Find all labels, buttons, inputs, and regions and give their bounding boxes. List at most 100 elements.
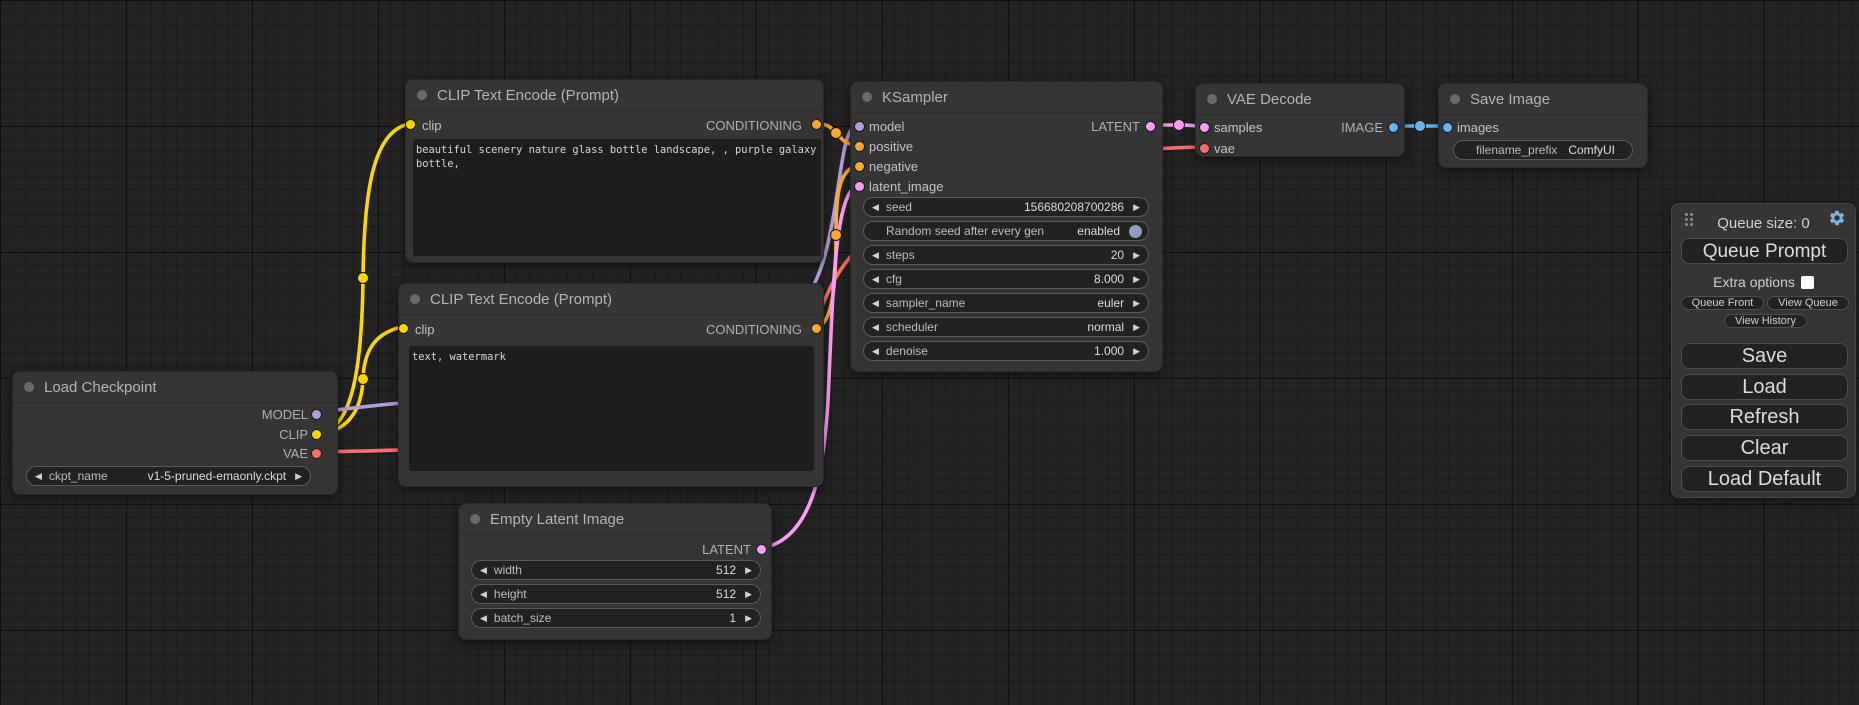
increment-arrow-icon[interactable]: ▶ bbox=[1133, 251, 1140, 260]
node-collapse-dot[interactable] bbox=[1450, 94, 1460, 104]
node-save-image[interactable]: Save Image images filename_prefix ComfyU… bbox=[1438, 83, 1648, 168]
output-label-conditioning: CONDITIONING bbox=[706, 118, 802, 133]
widget-value: euler bbox=[1097, 296, 1124, 310]
increment-arrow-icon[interactable]: ▶ bbox=[1133, 299, 1140, 308]
graph-canvas[interactable]: Load Checkpoint MODEL CLIP VAE ◀ ckpt_na… bbox=[0, 0, 1859, 705]
ckpt-name-widget[interactable]: ◀ ckpt_name v1-5-pruned-emaonly.ckpt ▶ bbox=[26, 466, 311, 486]
load-default-button[interactable]: Load Default bbox=[1681, 466, 1848, 492]
node-collapse-dot[interactable] bbox=[862, 92, 872, 102]
node-collapse-dot[interactable] bbox=[1207, 94, 1217, 104]
node-collapse-dot[interactable] bbox=[417, 90, 427, 100]
model-input-slot[interactable] bbox=[855, 122, 864, 131]
queue-size-label: Queue size: 0 bbox=[1717, 215, 1810, 232]
decrement-arrow-icon[interactable]: ◀ bbox=[872, 203, 879, 212]
node-clip-text-encode-positive[interactable]: CLIP Text Encode (Prompt) clip CONDITION… bbox=[405, 79, 824, 263]
widget-label: seed bbox=[886, 200, 1018, 214]
reroute-dot bbox=[1174, 120, 1185, 131]
node-ksampler[interactable]: KSampler model positive negative latent_… bbox=[850, 81, 1163, 372]
queue-panel[interactable]: Queue size: 0 Queue Prompt Extra options… bbox=[1671, 203, 1856, 498]
sampler-name-widget[interactable]: ◀ sampler_name euler ▶ bbox=[863, 293, 1149, 313]
steps-widget[interactable]: ◀ steps 20 ▶ bbox=[863, 245, 1149, 265]
widget-value: 512 bbox=[716, 563, 736, 577]
increment-arrow-icon[interactable]: ▶ bbox=[745, 566, 752, 575]
node-vae-decode[interactable]: VAE Decode samples vae IMAGE bbox=[1195, 83, 1405, 157]
widget-label: width bbox=[494, 563, 710, 577]
decrement-arrow-icon[interactable]: ◀ bbox=[872, 251, 879, 260]
decrement-arrow-icon[interactable]: ◀ bbox=[872, 275, 879, 284]
decrement-arrow-icon[interactable]: ◀ bbox=[872, 323, 879, 332]
load-button[interactable]: Load bbox=[1681, 374, 1848, 400]
widget-label: scheduler bbox=[886, 320, 1081, 334]
filename-prefix-widget[interactable]: filename_prefix ComfyUI bbox=[1453, 140, 1633, 160]
latent-output-slot[interactable] bbox=[757, 545, 766, 554]
random-seed-toggle-widget[interactable]: Random seed after every gen enabled bbox=[863, 221, 1149, 241]
queue-prompt-button[interactable]: Queue Prompt bbox=[1681, 238, 1848, 264]
conditioning-output-slot[interactable] bbox=[812, 120, 821, 129]
increment-arrow-icon[interactable]: ▶ bbox=[1133, 323, 1140, 332]
clear-button[interactable]: Clear bbox=[1681, 435, 1848, 461]
height-widget[interactable]: ◀ height 512 ▶ bbox=[471, 584, 761, 604]
negative-input-slot[interactable] bbox=[855, 162, 864, 171]
conditioning-output-slot[interactable] bbox=[812, 324, 821, 333]
reroute-dot bbox=[831, 128, 842, 139]
negative-prompt-textarea[interactable]: text, watermark bbox=[409, 346, 814, 471]
decrement-arrow-icon[interactable]: ◀ bbox=[480, 614, 487, 623]
input-label-samples: samples bbox=[1214, 120, 1262, 135]
node-collapse-dot[interactable] bbox=[470, 514, 480, 524]
node-clip-text-encode-negative[interactable]: CLIP Text Encode (Prompt) clip CONDITION… bbox=[398, 283, 824, 487]
node-title: Load Checkpoint bbox=[44, 379, 157, 396]
widget-value: 1.000 bbox=[1094, 344, 1124, 358]
clip-input-slot[interactable] bbox=[406, 120, 415, 129]
widget-label: sampler_name bbox=[886, 296, 1091, 310]
node-title: KSampler bbox=[882, 89, 948, 106]
decrement-arrow-icon[interactable]: ◀ bbox=[872, 299, 879, 308]
save-button[interactable]: Save bbox=[1681, 343, 1848, 369]
vae-output-slot[interactable] bbox=[312, 449, 321, 458]
seed-widget[interactable]: ◀ seed 156680208700286 ▶ bbox=[863, 197, 1149, 217]
increment-arrow-icon[interactable]: ▶ bbox=[1133, 347, 1140, 356]
widget-label: Random seed after every gen bbox=[886, 224, 1071, 238]
increment-arrow-icon[interactable]: ▶ bbox=[745, 590, 752, 599]
view-history-button[interactable]: View History bbox=[1724, 314, 1807, 328]
widget-value: 1 bbox=[729, 611, 736, 625]
positive-prompt-textarea[interactable]: beautiful scenery nature glass bottle la… bbox=[413, 139, 821, 256]
settings-gear-icon[interactable] bbox=[1828, 209, 1846, 227]
increment-arrow-icon[interactable]: ▶ bbox=[745, 614, 752, 623]
clip-input-slot[interactable] bbox=[399, 324, 408, 333]
increment-arrow-icon[interactable]: ▶ bbox=[295, 472, 302, 481]
node-empty-latent-image[interactable]: Empty Latent Image LATENT ◀ width 512 ▶ … bbox=[458, 503, 772, 640]
latent-image-input-slot[interactable] bbox=[855, 182, 864, 191]
vae-input-slot[interactable] bbox=[1200, 144, 1209, 153]
decrement-arrow-icon[interactable]: ◀ bbox=[35, 472, 42, 481]
decrement-arrow-icon[interactable]: ◀ bbox=[480, 566, 487, 575]
widget-label: denoise bbox=[886, 344, 1088, 358]
positive-input-slot[interactable] bbox=[855, 142, 864, 151]
scheduler-widget[interactable]: ◀ scheduler normal ▶ bbox=[863, 317, 1149, 337]
model-output-slot[interactable] bbox=[312, 410, 321, 419]
denoise-widget[interactable]: ◀ denoise 1.000 ▶ bbox=[863, 341, 1149, 361]
latent-output-slot[interactable] bbox=[1146, 122, 1155, 131]
image-output-slot[interactable] bbox=[1389, 123, 1398, 132]
refresh-button[interactable]: Refresh bbox=[1681, 404, 1848, 430]
node-collapse-dot[interactable] bbox=[410, 294, 420, 304]
decrement-arrow-icon[interactable]: ◀ bbox=[872, 347, 879, 356]
clip-output-slot[interactable] bbox=[312, 430, 321, 439]
reroute-dot bbox=[831, 230, 842, 241]
view-queue-button[interactable]: View Queue bbox=[1767, 296, 1849, 310]
node-collapse-dot[interactable] bbox=[24, 382, 34, 392]
cfg-widget[interactable]: ◀ cfg 8.000 ▶ bbox=[863, 269, 1149, 289]
images-input-slot[interactable] bbox=[1443, 123, 1452, 132]
node-title: Save Image bbox=[1470, 91, 1550, 108]
extra-options-checkbox[interactable] bbox=[1801, 276, 1814, 289]
decrement-arrow-icon[interactable]: ◀ bbox=[480, 590, 487, 599]
samples-input-slot[interactable] bbox=[1200, 123, 1209, 132]
increment-arrow-icon[interactable]: ▶ bbox=[1133, 275, 1140, 284]
node-load-checkpoint[interactable]: Load Checkpoint MODEL CLIP VAE ◀ ckpt_na… bbox=[12, 371, 338, 495]
queue-front-button[interactable]: Queue Front bbox=[1681, 296, 1764, 310]
toggle-on-icon[interactable] bbox=[1129, 225, 1142, 238]
output-label-model: MODEL bbox=[262, 407, 308, 422]
output-label-latent: LATENT bbox=[702, 542, 751, 557]
increment-arrow-icon[interactable]: ▶ bbox=[1133, 203, 1140, 212]
width-widget[interactable]: ◀ width 512 ▶ bbox=[471, 560, 761, 580]
batch-size-widget[interactable]: ◀ batch_size 1 ▶ bbox=[471, 608, 761, 628]
